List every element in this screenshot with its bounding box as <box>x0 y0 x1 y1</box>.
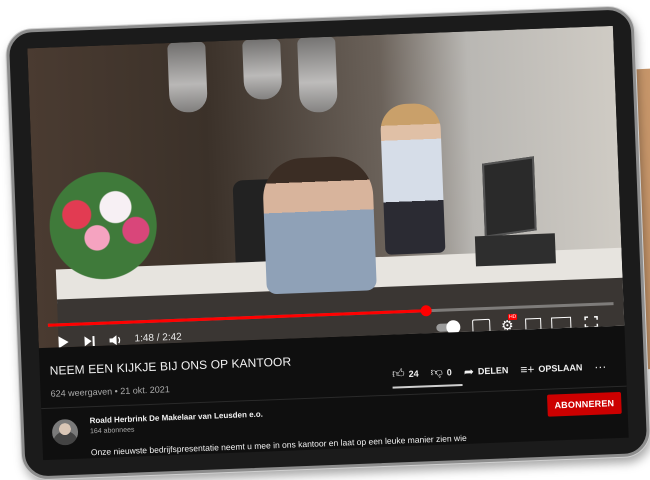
more-icon: ··· <box>594 358 607 374</box>
more-button[interactable]: ··· <box>594 359 607 373</box>
video-description: Onze nieuwste bedrijfspresentatie neemt … <box>90 432 467 460</box>
theater-icon[interactable] <box>550 314 573 333</box>
tablet-frame: 1:48 / 2:42 ⚙ HD NEEM EEN KIJKJE BIJ ONS… <box>5 6 650 480</box>
save-label: OPSLAAN <box>538 361 583 374</box>
subscribe-button[interactable]: ABONNEREN <box>546 391 622 417</box>
video-actions: 👍︎ 24 👎︎ 0 ➦ DELEN ≡+ OPSLAAN ··· <box>392 358 607 381</box>
computer-monitor <box>482 156 537 238</box>
hd-badge: HD <box>507 313 518 320</box>
dislike-count: 0 <box>446 366 452 378</box>
like-icon: 👍︎ <box>391 366 405 381</box>
pendant-lamp <box>167 41 208 113</box>
pendant-lamp <box>297 36 338 113</box>
share-icon: ➦ <box>463 364 475 379</box>
miniplayer-icon[interactable] <box>522 315 545 334</box>
standing-woman <box>379 102 446 255</box>
autoplay-toggle[interactable] <box>436 323 459 332</box>
computer-base <box>474 233 556 267</box>
channel-name[interactable]: Roald Herbrink De Makelaar van Leusden e… <box>89 410 263 426</box>
video-player[interactable]: 1:48 / 2:42 ⚙ HD <box>27 25 625 349</box>
like-count: 24 <box>408 368 419 379</box>
dislike-button[interactable]: 👎︎ 0 <box>430 364 452 380</box>
seated-man <box>261 155 377 295</box>
like-button[interactable]: 👍︎ 24 <box>392 366 419 382</box>
next-icon[interactable] <box>78 332 101 348</box>
like-ratio-bar <box>392 383 463 389</box>
save-icon: ≡+ <box>520 361 535 377</box>
avatar[interactable] <box>51 418 79 446</box>
youtube-screen: 1:48 / 2:42 ⚙ HD NEEM EEN KIJKJE BIJ ONS… <box>27 25 629 461</box>
volume-icon[interactable] <box>104 331 127 348</box>
settings-icon[interactable]: ⚙ HD <box>496 313 519 335</box>
subscriber-count: 164 abonnees <box>89 426 135 436</box>
time-display: 1:48 / 2:42 <box>134 331 182 345</box>
video-meta: 624 weergaven • 21 okt. 2021 <box>50 384 170 399</box>
dislike-icon: 👎︎ <box>430 364 444 380</box>
video-title: NEEM EEN KIJKJE BIJ ONS OP KANTOOR <box>49 354 292 378</box>
share-label: DELEN <box>477 364 509 376</box>
progress-scrubber[interactable] <box>419 305 432 317</box>
save-button[interactable]: ≡+ OPSLAAN <box>520 360 583 377</box>
share-button[interactable]: ➦ DELEN <box>463 363 509 379</box>
pendant-lamp <box>242 38 283 101</box>
subtitles-icon[interactable] <box>470 317 493 336</box>
play-icon[interactable] <box>52 333 75 349</box>
fullscreen-icon[interactable] <box>580 313 603 332</box>
